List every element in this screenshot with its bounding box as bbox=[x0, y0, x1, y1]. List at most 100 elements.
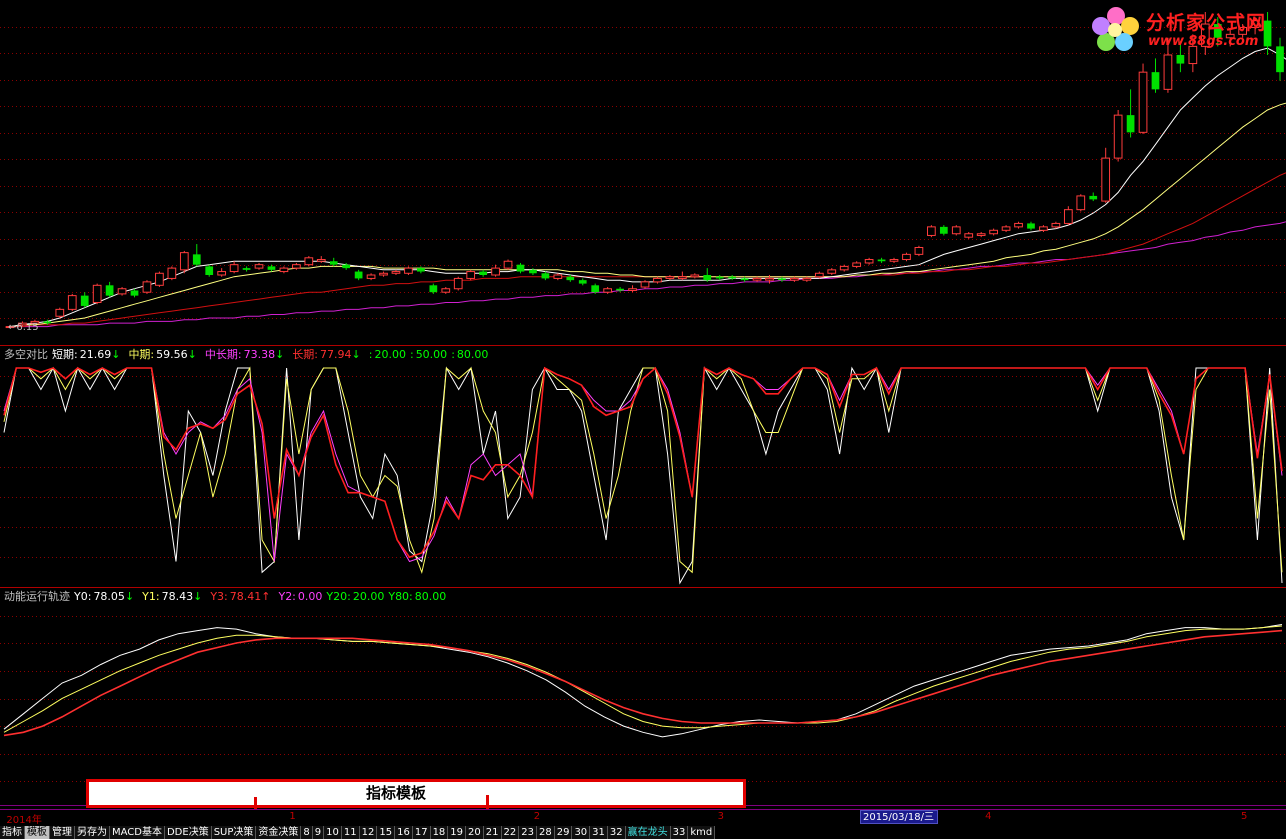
legend-label: : bbox=[409, 348, 414, 361]
candle-body-up bbox=[229, 264, 239, 273]
tab-22[interactable]: 22 bbox=[501, 826, 520, 839]
tab-另存为[interactable]: 另存为 bbox=[75, 826, 110, 839]
timeline-month-label: 3 bbox=[717, 811, 724, 822]
tab-10[interactable]: 10 bbox=[324, 826, 342, 839]
candle-body-up bbox=[1051, 222, 1061, 228]
candle-body-up bbox=[1113, 114, 1123, 159]
candle-body-down bbox=[616, 288, 624, 291]
candle-body-up bbox=[603, 288, 613, 293]
candle-body-down bbox=[566, 276, 575, 281]
tab-18[interactable]: 18 bbox=[430, 826, 449, 839]
candle-body-up bbox=[279, 267, 289, 273]
tab-32[interactable]: 32 bbox=[607, 826, 626, 839]
legend-label: : bbox=[451, 348, 455, 361]
tab-28[interactable]: 28 bbox=[536, 826, 555, 839]
legend-label: Y20: bbox=[326, 590, 351, 603]
candle-body-up bbox=[839, 265, 849, 271]
timeline-month-label: 5 bbox=[1240, 811, 1248, 822]
stock-chart-window: ←6.15 分析家公式网 www.88gs.com 多空对比 短期: 21.69↓ 中… bbox=[0, 0, 1286, 839]
candle-body-up bbox=[640, 281, 650, 288]
candle-body-up bbox=[1039, 226, 1048, 231]
legend-entry: 中期: 59.56↓ bbox=[128, 348, 200, 361]
candle-body-up bbox=[665, 276, 675, 279]
tab-20[interactable]: 20 bbox=[466, 826, 484, 839]
candle-body-up bbox=[653, 277, 662, 283]
indicator-title[interactable]: 多空对比 bbox=[4, 348, 48, 361]
annotation-text: 指标模板 bbox=[365, 784, 426, 802]
candle-body-down bbox=[778, 278, 786, 281]
tab-9[interactable]: 9 bbox=[312, 826, 325, 839]
arrow-down-icon: ↓ bbox=[124, 590, 135, 603]
candle-body-up bbox=[379, 272, 388, 276]
candle-body-up bbox=[553, 274, 563, 279]
annotation-callout: 指标模板 bbox=[86, 779, 746, 808]
legend-value: 78.43 bbox=[161, 590, 194, 603]
candle-body-up bbox=[902, 253, 911, 261]
tab-SUP决策[interactable]: SUP决策 bbox=[211, 826, 257, 839]
candle-body-down bbox=[43, 321, 52, 324]
candle-body-down bbox=[541, 273, 550, 279]
indicator-title[interactable]: 动能运行轨迹 bbox=[4, 590, 70, 603]
candle-body-up bbox=[914, 246, 924, 255]
tab-15[interactable]: 15 bbox=[377, 826, 396, 839]
tab-33[interactable]: 33 bbox=[670, 826, 689, 839]
tab-23[interactable]: 23 bbox=[519, 826, 537, 839]
candle-body-up bbox=[503, 260, 513, 269]
legend-entry: Y3: 78.41↑ bbox=[210, 590, 274, 603]
tab-30[interactable]: 30 bbox=[572, 826, 591, 839]
candle-body-down bbox=[1151, 72, 1160, 90]
indicator-series-line bbox=[3, 624, 1283, 738]
tab-8[interactable]: 8 bbox=[301, 826, 313, 839]
tab-11[interactable]: 11 bbox=[341, 826, 360, 839]
arrow-down-icon: ↓ bbox=[275, 348, 285, 361]
tab-管理[interactable]: 管理 bbox=[50, 826, 75, 839]
legend-entry: Y1: 78.43↓ bbox=[142, 590, 206, 603]
candle-body-up bbox=[752, 277, 762, 281]
tab-29[interactable]: 29 bbox=[554, 826, 573, 839]
tab-19[interactable]: 19 bbox=[448, 826, 467, 839]
timeline-month-label: 2 bbox=[533, 811, 541, 822]
tab-21[interactable]: 21 bbox=[483, 826, 502, 839]
tab-赢在龙头[interactable]: 赢在龙头 bbox=[625, 826, 671, 839]
tab-kmd[interactable]: kmd bbox=[688, 826, 716, 839]
legend-value: 59.56 bbox=[156, 348, 188, 361]
ma-longest-line bbox=[10, 221, 1286, 328]
tab-指标[interactable]: 指标 bbox=[0, 826, 25, 839]
tab-31[interactable]: 31 bbox=[590, 826, 608, 839]
candle-body-down bbox=[205, 266, 214, 275]
candle-body-up bbox=[453, 277, 463, 290]
tab-DDE决策[interactable]: DDE决策 bbox=[164, 826, 212, 839]
candle-body-up bbox=[1138, 71, 1148, 133]
candle-body-down bbox=[740, 278, 749, 281]
candle-body-up bbox=[466, 271, 476, 279]
candle-body-up bbox=[989, 229, 998, 235]
legend-entry: :50.00 bbox=[410, 348, 447, 361]
candle-body-up bbox=[1101, 157, 1111, 202]
tab-17[interactable]: 17 bbox=[412, 826, 431, 839]
candle-body-up bbox=[217, 271, 227, 276]
candle-body-down bbox=[130, 290, 139, 296]
candle-body-down bbox=[192, 254, 201, 265]
legend-entry: Y2: 0.00 bbox=[278, 590, 322, 603]
tab-MACD基本[interactable]: MACD基本 bbox=[110, 826, 165, 839]
candle-body-up bbox=[316, 259, 326, 262]
candle-body-down bbox=[703, 274, 712, 281]
candle-body-down bbox=[105, 285, 114, 296]
legend-entry: Y80: 80.00 bbox=[388, 590, 446, 603]
legend-label: Y0: bbox=[74, 590, 92, 603]
candle-body-up bbox=[441, 288, 451, 293]
candle-body-up bbox=[814, 272, 824, 278]
candle-body-down bbox=[877, 259, 886, 262]
tab-资金决策[interactable]: 资金决策 bbox=[256, 826, 302, 839]
tab-12[interactable]: 12 bbox=[359, 826, 378, 839]
chart-canvas[interactable]: ←6.15 bbox=[0, 0, 1286, 809]
candle-body-up bbox=[976, 233, 986, 236]
tab-16[interactable]: 16 bbox=[395, 826, 413, 839]
tab-模板[interactable]: 模板 bbox=[25, 826, 50, 839]
legend-value: 20.00 bbox=[352, 590, 385, 603]
date-timeline[interactable]: 2015/03/18/三 2014年 1 2 3 4 5 bbox=[0, 809, 1286, 826]
legend-entry: :20.00 bbox=[369, 348, 406, 361]
flower-logo-icon bbox=[1092, 7, 1139, 51]
legend-label: Y80: bbox=[388, 590, 413, 603]
legend-entry: 短期: 21.69↓ bbox=[52, 348, 124, 361]
